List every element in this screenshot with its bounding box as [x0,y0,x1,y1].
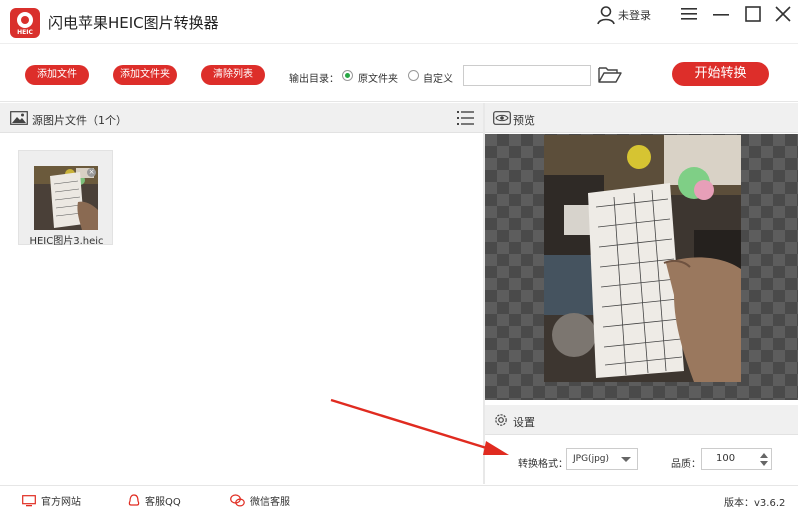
remove-file-icon[interactable]: × [87,168,96,177]
folder-open-icon [598,67,622,83]
settings-panel: 转换格式： JPG(jpg) 品质： 100 [485,436,798,484]
wechat-icon [230,494,245,507]
preview-panel-header: 预览 [485,103,798,133]
app-logo-text: HEIC [17,29,33,36]
toolbar: 添加文件 添加文件夹 清除列表 输出目录： 原文件夹 自定义 开始转换 [0,45,798,102]
clear-list-button[interactable]: 清除列表 [201,65,265,85]
preview-area [485,134,798,400]
radio-source-folder[interactable] [342,70,353,81]
qq-icon [128,494,140,506]
preview-image [544,135,741,382]
format-select[interactable]: JPG(jpg) [566,448,638,470]
list-icon [457,111,474,125]
wechat-link-label: 微信客服 [250,497,290,508]
menu-icon [681,8,697,20]
quality-label: 品质： [671,459,701,470]
output-dir-label: 输出目录： [289,74,339,85]
image-icon [10,111,28,125]
qq-link-label: 客服QQ [145,497,181,508]
minimize-button[interactable] [710,4,732,24]
preview-panel-title: 预览 [513,114,535,127]
monitor-icon [22,494,36,506]
spin-up-icon[interactable] [760,453,768,458]
menu-button[interactable] [678,4,700,24]
browse-folder-button[interactable] [598,66,622,86]
start-convert-button[interactable]: 开始转换 [672,62,769,86]
app-title: 闪电苹果HEIC图片转换器 [48,14,219,32]
settings-panel-title: 设置 [513,416,535,429]
footer: 官方网站 客服QQ 微信客服 版本：v3.6.2 [0,485,798,513]
website-link[interactable]: 官方网站 [22,493,81,508]
source-panel-header: 源图片文件（1个） [0,103,483,133]
chevron-down-icon [621,457,631,462]
format-label: 转换格式： [518,459,568,470]
settings-panel-header: 设置 [485,405,798,435]
file-name: HEIC图片3.heic [29,236,104,247]
login-button[interactable]: 未登录 [596,5,651,25]
format-select-value: JPG(jpg) [573,454,610,464]
add-folder-button[interactable]: 添加文件夹 [113,65,177,85]
minimize-icon [713,14,729,16]
close-icon [775,6,791,22]
output-path-input[interactable] [463,65,591,86]
maximize-icon [745,6,761,22]
add-file-button[interactable]: 添加文件 [25,65,89,85]
maximize-button[interactable] [742,4,764,24]
file-thumbnail-card[interactable]: × HEIC图片3.heic [18,150,113,247]
radio-custom-label[interactable]: 自定义 [423,70,453,85]
login-label: 未登录 [618,9,651,22]
quality-stepper[interactable]: 100 [701,448,772,470]
close-button[interactable] [772,4,794,24]
gear-icon [495,414,507,426]
app-logo: HEIC [10,8,40,38]
title-bar: HEIC 闪电苹果HEIC图片转换器 未登录 [0,0,798,44]
source-panel-title: 源图片文件（1个） [32,114,127,127]
source-file-list: × HEIC图片3.heic [0,134,483,484]
version-label: 版本：v3.6.2 [724,498,786,509]
eye-icon [493,111,511,125]
user-icon [597,6,615,25]
radio-custom[interactable] [408,70,419,81]
list-view-button[interactable] [457,110,474,129]
quality-value: 100 [716,453,736,464]
radio-source-folder-label[interactable]: 原文件夹 [358,70,398,85]
qq-link[interactable]: 客服QQ [128,493,181,508]
spin-down-icon[interactable] [760,461,768,466]
website-link-label: 官方网站 [41,497,81,508]
wechat-link[interactable]: 微信客服 [230,493,290,508]
